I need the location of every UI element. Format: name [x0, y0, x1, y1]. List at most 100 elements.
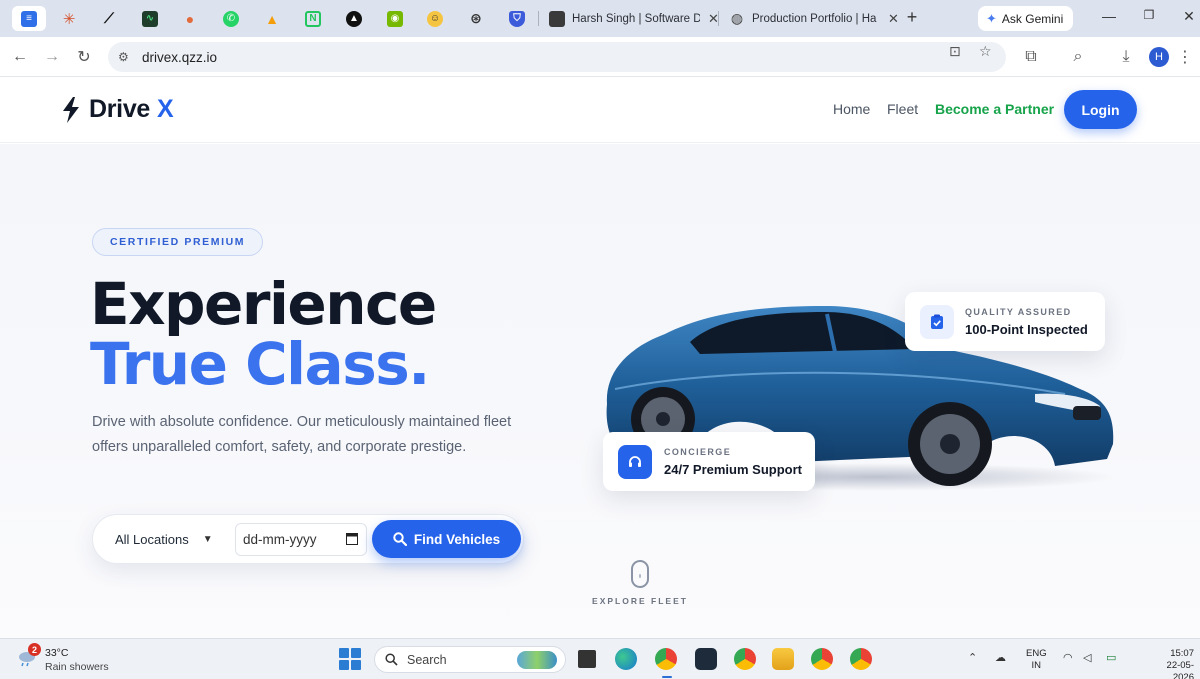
- site-header: Drive X Home Fleet Become a Partner Login: [0, 77, 1200, 143]
- pinned-tab-7[interactable]: ▲: [255, 6, 289, 31]
- weather-widget[interactable]: 2 33°C Rain showers: [16, 643, 109, 674]
- browser-tabstrip: ≡ ✳ ⟋ ∿ ● ✆ ▲ N ▲ ◉ ☺ ⊛ ⛉ Harsh Singh | …: [0, 0, 1200, 37]
- system-clock[interactable]: 15:07 22-05-2026: [1148, 648, 1194, 679]
- claude-favicon-icon: ✳: [62, 10, 76, 28]
- downloads-icon[interactable]: ⤓: [1115, 46, 1137, 68]
- ask-gemini-button[interactable]: ✦ Ask Gemini: [978, 6, 1073, 31]
- lang-line-1: ENG: [1026, 648, 1047, 659]
- file-explorer-icon[interactable]: [772, 648, 794, 670]
- pinned-tab-4[interactable]: ∿: [133, 6, 167, 31]
- chrome-alt2-icon[interactable]: [850, 648, 872, 670]
- quality-kicker: QUALITY ASSURED: [965, 306, 1072, 317]
- input-language[interactable]: ENG IN: [1026, 648, 1047, 672]
- chrome-profile-icon[interactable]: [734, 648, 756, 670]
- pinned-tab-1[interactable]: ≡: [12, 6, 46, 31]
- pinned-tab-11[interactable]: ☺: [418, 6, 452, 31]
- pinned-tab-10[interactable]: ◉: [378, 6, 412, 31]
- location-select[interactable]: All Locations ▼: [115, 532, 213, 547]
- nav-partner-link[interactable]: Become a Partner: [935, 101, 1054, 117]
- hero-description: Drive with absolute confidence. Our meti…: [92, 414, 512, 455]
- date-placeholder: dd-mm-yyyy: [243, 532, 317, 547]
- openai-favicon-icon: ⊛: [470, 10, 482, 26]
- windows-taskbar: 2 33°C Rain showers Search ⌃ ☁ ENG IN ◠ …: [0, 638, 1200, 679]
- concierge-value: 24/7 Premium Support: [664, 461, 802, 477]
- pinned-tab-9[interactable]: ▲: [337, 6, 371, 31]
- search-icon: [393, 532, 407, 546]
- close-tab-icon[interactable]: ✕: [888, 11, 899, 27]
- arc-app-icon[interactable]: [695, 648, 717, 670]
- tab-production-portfolio[interactable]: ◍ Production Portfolio | Ha ✕: [721, 5, 899, 32]
- profile-avatar[interactable]: H: [1149, 47, 1169, 67]
- menu-dots-icon[interactable]: ⋮: [1174, 46, 1196, 68]
- lightning-bolt-icon: [63, 96, 79, 123]
- firebase-favicon-icon: ▲: [265, 10, 279, 27]
- activity-favicon-icon: ∿: [142, 10, 158, 27]
- browser-toolbar: ← → ↻ ⚙ drivex.qzz.io ⊡ ☆ ⧉ ⌕ ⤓ H ⋮: [0, 37, 1200, 77]
- pinned-tab-12[interactable]: ⊛: [459, 6, 493, 31]
- clock-date: 22-05-2026: [1166, 660, 1194, 679]
- site-logo[interactable]: Drive X: [60, 95, 174, 124]
- back-arrow-icon[interactable]: ←: [9, 46, 31, 68]
- tab-harsh-singh[interactable]: Harsh Singh | Software D ✕: [541, 5, 719, 32]
- quality-assured-card: QUALITY ASSURED 100-Point Inspected: [905, 292, 1105, 351]
- weather-text: 33°C Rain showers: [45, 646, 109, 674]
- certified-badge: CERTIFIED PREMIUM: [92, 228, 264, 256]
- windows-start-icon[interactable]: [339, 648, 361, 670]
- calendar-icon[interactable]: [346, 532, 358, 545]
- find-vehicles-button[interactable]: Find Vehicles: [372, 520, 521, 558]
- chrome-alt-icon[interactable]: [811, 648, 833, 670]
- mascot-favicon-icon: ●: [185, 10, 195, 27]
- reload-icon[interactable]: ↻: [73, 46, 95, 68]
- tab-search-icon[interactable]: ⌕: [1067, 46, 1089, 68]
- explore-fleet-scroll[interactable]: EXPLORE FLEET: [590, 560, 690, 606]
- volume-icon[interactable]: ◁: [1083, 651, 1091, 664]
- battery-icon[interactable]: ▭: [1106, 651, 1116, 664]
- quality-value: 100-Point Inspected: [965, 321, 1088, 337]
- pinned-tab-3[interactable]: ⟋: [92, 6, 126, 31]
- explore-fleet-label: EXPLORE FLEET: [592, 596, 688, 606]
- cloud-sync-icon[interactable]: ☁: [995, 651, 1006, 664]
- tab-separator: [538, 11, 539, 26]
- new-tab-plus-icon[interactable]: +: [903, 7, 921, 28]
- ask-gemini-label: Ask Gemini: [1001, 11, 1064, 26]
- show-hidden-icons-chevron-icon[interactable]: ⌃: [968, 651, 977, 664]
- close-window-icon[interactable]: ✕: [1177, 8, 1200, 25]
- chrome-icon[interactable]: [655, 648, 677, 670]
- clipboard-check-icon: [920, 304, 954, 339]
- hero-section: CERTIFIED PREMIUM Experience True Class.…: [0, 144, 1200, 638]
- wifi-icon[interactable]: ◠: [1063, 651, 1073, 664]
- bookmark-star-icon[interactable]: ☆: [979, 43, 992, 60]
- scroll-mouse-icon: [631, 560, 649, 588]
- search-icon: [385, 653, 398, 666]
- nav-fleet-link[interactable]: Fleet: [887, 101, 918, 117]
- address-bar[interactable]: ⚙ drivex.qzz.io: [108, 42, 1006, 72]
- forward-arrow-icon[interactable]: →: [41, 46, 63, 68]
- chevron-down-icon: ▼: [202, 534, 213, 545]
- restore-window-icon[interactable]: ❐: [1137, 8, 1161, 22]
- vehicle-search-bar: All Locations ▼ dd-mm-yyyy Find Vehicles: [92, 514, 524, 564]
- temperature: 33°C: [45, 647, 69, 659]
- find-vehicles-label: Find Vehicles: [413, 531, 501, 547]
- install-app-icon[interactable]: ⊡: [949, 43, 961, 60]
- search-highlight-art-icon: [517, 651, 557, 669]
- pinned-tab-5[interactable]: ●: [173, 6, 207, 31]
- task-view-icon[interactable]: [578, 650, 596, 668]
- pinned-tab-13[interactable]: ⛉: [500, 6, 534, 31]
- pinned-tab-8[interactable]: N: [296, 6, 330, 31]
- date-input[interactable]: dd-mm-yyyy: [235, 523, 367, 556]
- extensions-puzzle-icon[interactable]: ⧉: [1020, 46, 1042, 68]
- logo-accent-text: X: [157, 95, 174, 123]
- nav-home-link[interactable]: Home: [833, 101, 870, 117]
- site-info-icon[interactable]: ⚙: [118, 50, 134, 64]
- notification-count-badge: 2: [28, 643, 41, 656]
- emoji-favicon-icon: ☺: [427, 10, 443, 27]
- nvidia-favicon-icon: ◉: [387, 10, 403, 27]
- edge-browser-icon[interactable]: [615, 648, 637, 670]
- taskbar-search[interactable]: Search: [374, 646, 566, 673]
- headline-line-1: Experience: [90, 270, 437, 338]
- login-button[interactable]: Login: [1064, 90, 1137, 129]
- pinned-tab-6[interactable]: ✆: [214, 6, 248, 31]
- minimize-window-icon[interactable]: —: [1097, 8, 1121, 24]
- app-favicon-icon: ≡: [21, 10, 37, 27]
- pinned-tab-2[interactable]: ✳: [52, 6, 86, 31]
